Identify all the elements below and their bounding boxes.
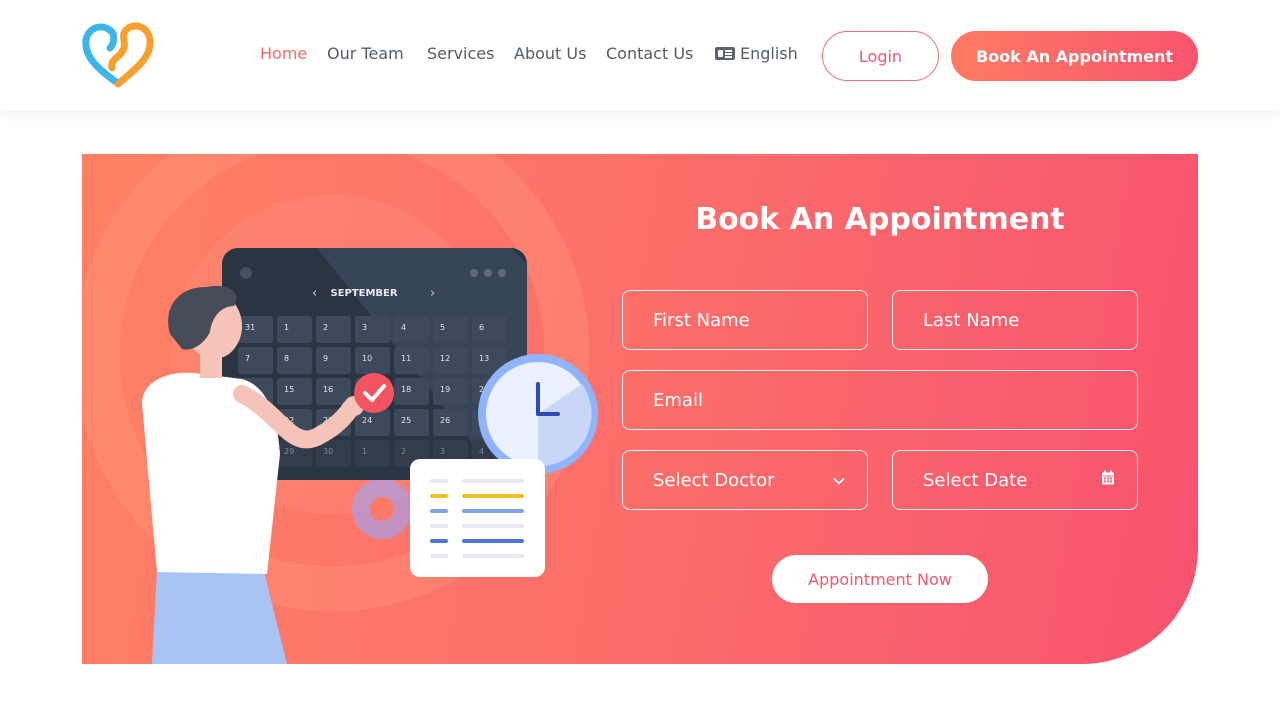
calendar-day-label: 1: [362, 447, 367, 456]
calendar-day-cell: [316, 347, 351, 374]
calendar-day-label: 24: [362, 416, 372, 425]
calendar-day-label: 10: [362, 354, 372, 363]
calendar-day-label: 2: [323, 323, 328, 332]
select-date-input[interactable]: Select Date: [892, 450, 1138, 510]
appointment-hero: ‹ › SEPTEMBER 31123456789101112131415161…: [82, 154, 1198, 664]
calendar-day-cell: [394, 347, 429, 374]
language-label: English: [740, 44, 798, 63]
calendar-day-cell: [433, 409, 468, 436]
check-badge-icon: [354, 373, 394, 413]
select-doctor-dropdown[interactable]: Select Doctor: [622, 450, 868, 510]
calendar-day-label: 15: [284, 385, 294, 394]
calendar-day-label: 31: [245, 323, 255, 332]
site-header: Home Our Team Services About Us Contact …: [0, 0, 1280, 110]
calendar-day-cell: [433, 347, 468, 374]
calendar-day-label: 8: [284, 354, 289, 363]
appointment-illustration: ‹ › SEPTEMBER 31123456789101112131415161…: [82, 154, 598, 664]
last-name-input[interactable]: Last Name: [892, 290, 1138, 350]
brand-logo[interactable]: [82, 20, 154, 90]
calendar-day-label: 13: [479, 354, 489, 363]
nav-home[interactable]: Home: [260, 44, 307, 63]
calendar-icon: [1101, 470, 1115, 491]
language-card-icon: [715, 47, 735, 60]
nav-services[interactable]: Services: [427, 44, 494, 63]
first-name-input[interactable]: First Name: [622, 290, 868, 350]
select-doctor-label: Select Doctor: [653, 469, 775, 491]
calendar-day-label: 30: [323, 447, 333, 456]
book-appointment-button[interactable]: Book An Appointment: [951, 31, 1198, 81]
calendar-day-label: 18: [401, 385, 411, 394]
calendar-day-cell: [238, 316, 273, 343]
calendar-day-label: 5: [440, 323, 445, 332]
calendar-day-cell: [394, 409, 429, 436]
calendar-day-label: 7: [245, 354, 250, 363]
calendar-day-label: 4: [401, 323, 406, 332]
first-name-placeholder: First Name: [653, 309, 750, 331]
calendar-day-cell: [277, 347, 312, 374]
appointment-now-button[interactable]: Appointment Now: [772, 555, 988, 603]
email-input[interactable]: Email: [622, 370, 1138, 430]
calendar-day-label: 6: [479, 323, 484, 332]
calendar-day-label: 3: [362, 323, 367, 332]
calendar-day-label: 16: [323, 385, 333, 394]
calendar-day-cell: [355, 440, 390, 467]
svg-text:›: ›: [430, 286, 435, 301]
calendar-day-cell: [394, 378, 429, 405]
calendar-day-cell: [355, 347, 390, 374]
calendar-day-label: 9: [323, 354, 328, 363]
login-button[interactable]: Login: [822, 31, 939, 81]
calendar-day-label: 3: [440, 447, 445, 456]
calendar-day-label: 26: [440, 416, 450, 425]
calendar-day-label: 1: [284, 323, 289, 332]
nav-about-us[interactable]: About Us: [514, 44, 586, 63]
calendar-day-label: 29: [284, 447, 294, 456]
calendar-day-label: 4: [479, 447, 484, 456]
nav-contact-us[interactable]: Contact Us: [606, 44, 693, 63]
chevron-down-icon: [833, 470, 845, 491]
calendar-day-cell: [472, 316, 507, 343]
select-date-label: Select Date: [923, 469, 1028, 491]
calendar-month-label: SEPTEMBER: [330, 288, 397, 299]
last-name-placeholder: Last Name: [923, 309, 1020, 331]
calendar-day-cell: [433, 378, 468, 405]
clock-icon: [478, 354, 598, 474]
calendar-day-cell: [355, 316, 390, 343]
calendar-day-cell: [394, 316, 429, 343]
checklist-card: [410, 459, 545, 577]
gear-icon: [352, 479, 412, 539]
calendar-day-cell: [238, 347, 273, 374]
svg-text:‹: ‹: [312, 286, 317, 301]
form-title: Book An Appointment: [695, 202, 1065, 237]
calendar-day-label: 11: [401, 354, 411, 363]
nav-our-team[interactable]: Our Team: [327, 44, 404, 63]
calendar-day-label: 25: [401, 416, 411, 425]
calendar-day-cell: [433, 316, 468, 343]
calendar-day-label: 12: [440, 354, 450, 363]
calendar-day-cell: [277, 378, 312, 405]
calendar-day-cell: [316, 316, 351, 343]
calendar-day-cell: [277, 316, 312, 343]
language-selector[interactable]: English: [715, 44, 798, 63]
calendar-day-label: 19: [440, 385, 450, 394]
calendar-day-label: 2: [401, 447, 406, 456]
email-placeholder: Email: [653, 389, 703, 411]
